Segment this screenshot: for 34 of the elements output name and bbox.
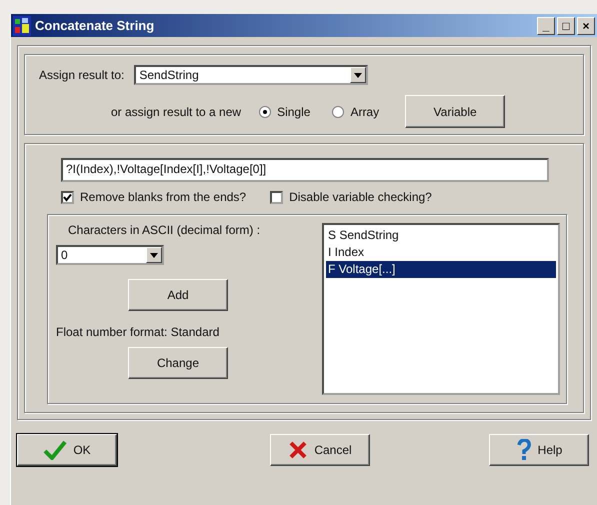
add-button[interactable]: Add (128, 279, 228, 311)
maximize-button[interactable]: □ (557, 16, 575, 34)
ascii-label: Characters in ASCII (decimal form) : (68, 223, 260, 237)
help-icon (516, 439, 532, 461)
assign-label: Assign result to: (39, 68, 124, 82)
app-icon (13, 16, 31, 36)
float-format-label: Float number format: Standard (56, 325, 220, 339)
variable-list-item[interactable]: F Voltage[...] (326, 261, 556, 278)
assign-dropdown[interactable]: SendString (134, 65, 368, 85)
variable-list-item[interactable]: S SendString (326, 227, 556, 244)
ok-button[interactable]: OK (17, 434, 117, 466)
cross-icon (288, 440, 308, 460)
variable-list-item[interactable]: I Index (326, 244, 556, 261)
dropdown-arrow-icon[interactable] (354, 72, 362, 78)
checkbox[interactable] (270, 190, 284, 204)
close-button[interactable]: × (577, 16, 595, 34)
window-title: Concatenate String (35, 18, 156, 33)
radio-label: Single (277, 104, 310, 118)
minimize-button[interactable]: _ (537, 16, 555, 34)
dropdown-arrow-icon[interactable] (150, 252, 158, 258)
change-button[interactable]: Change (128, 347, 228, 379)
radio-button[interactable] (259, 106, 272, 118)
check-icon (43, 440, 68, 460)
new-variable-label: or assign result to a new (111, 104, 242, 118)
expression-field[interactable]: ?I(Index),!Voltage[Index[I],!Voltage[0]] (61, 158, 549, 182)
variable-button[interactable]: Variable (405, 95, 506, 128)
checkbox[interactable] (61, 190, 74, 204)
ascii-dropdown[interactable]: 0 (56, 245, 164, 265)
checkbox-label: Disable variable checking? (289, 190, 432, 204)
cancel-button[interactable]: Cancel (270, 434, 370, 466)
help-button[interactable]: Help (489, 434, 589, 466)
checkbox-label: Remove blanks from the ends? (80, 190, 246, 204)
radio-button[interactable] (332, 106, 344, 118)
radio-label: Array (350, 104, 380, 118)
